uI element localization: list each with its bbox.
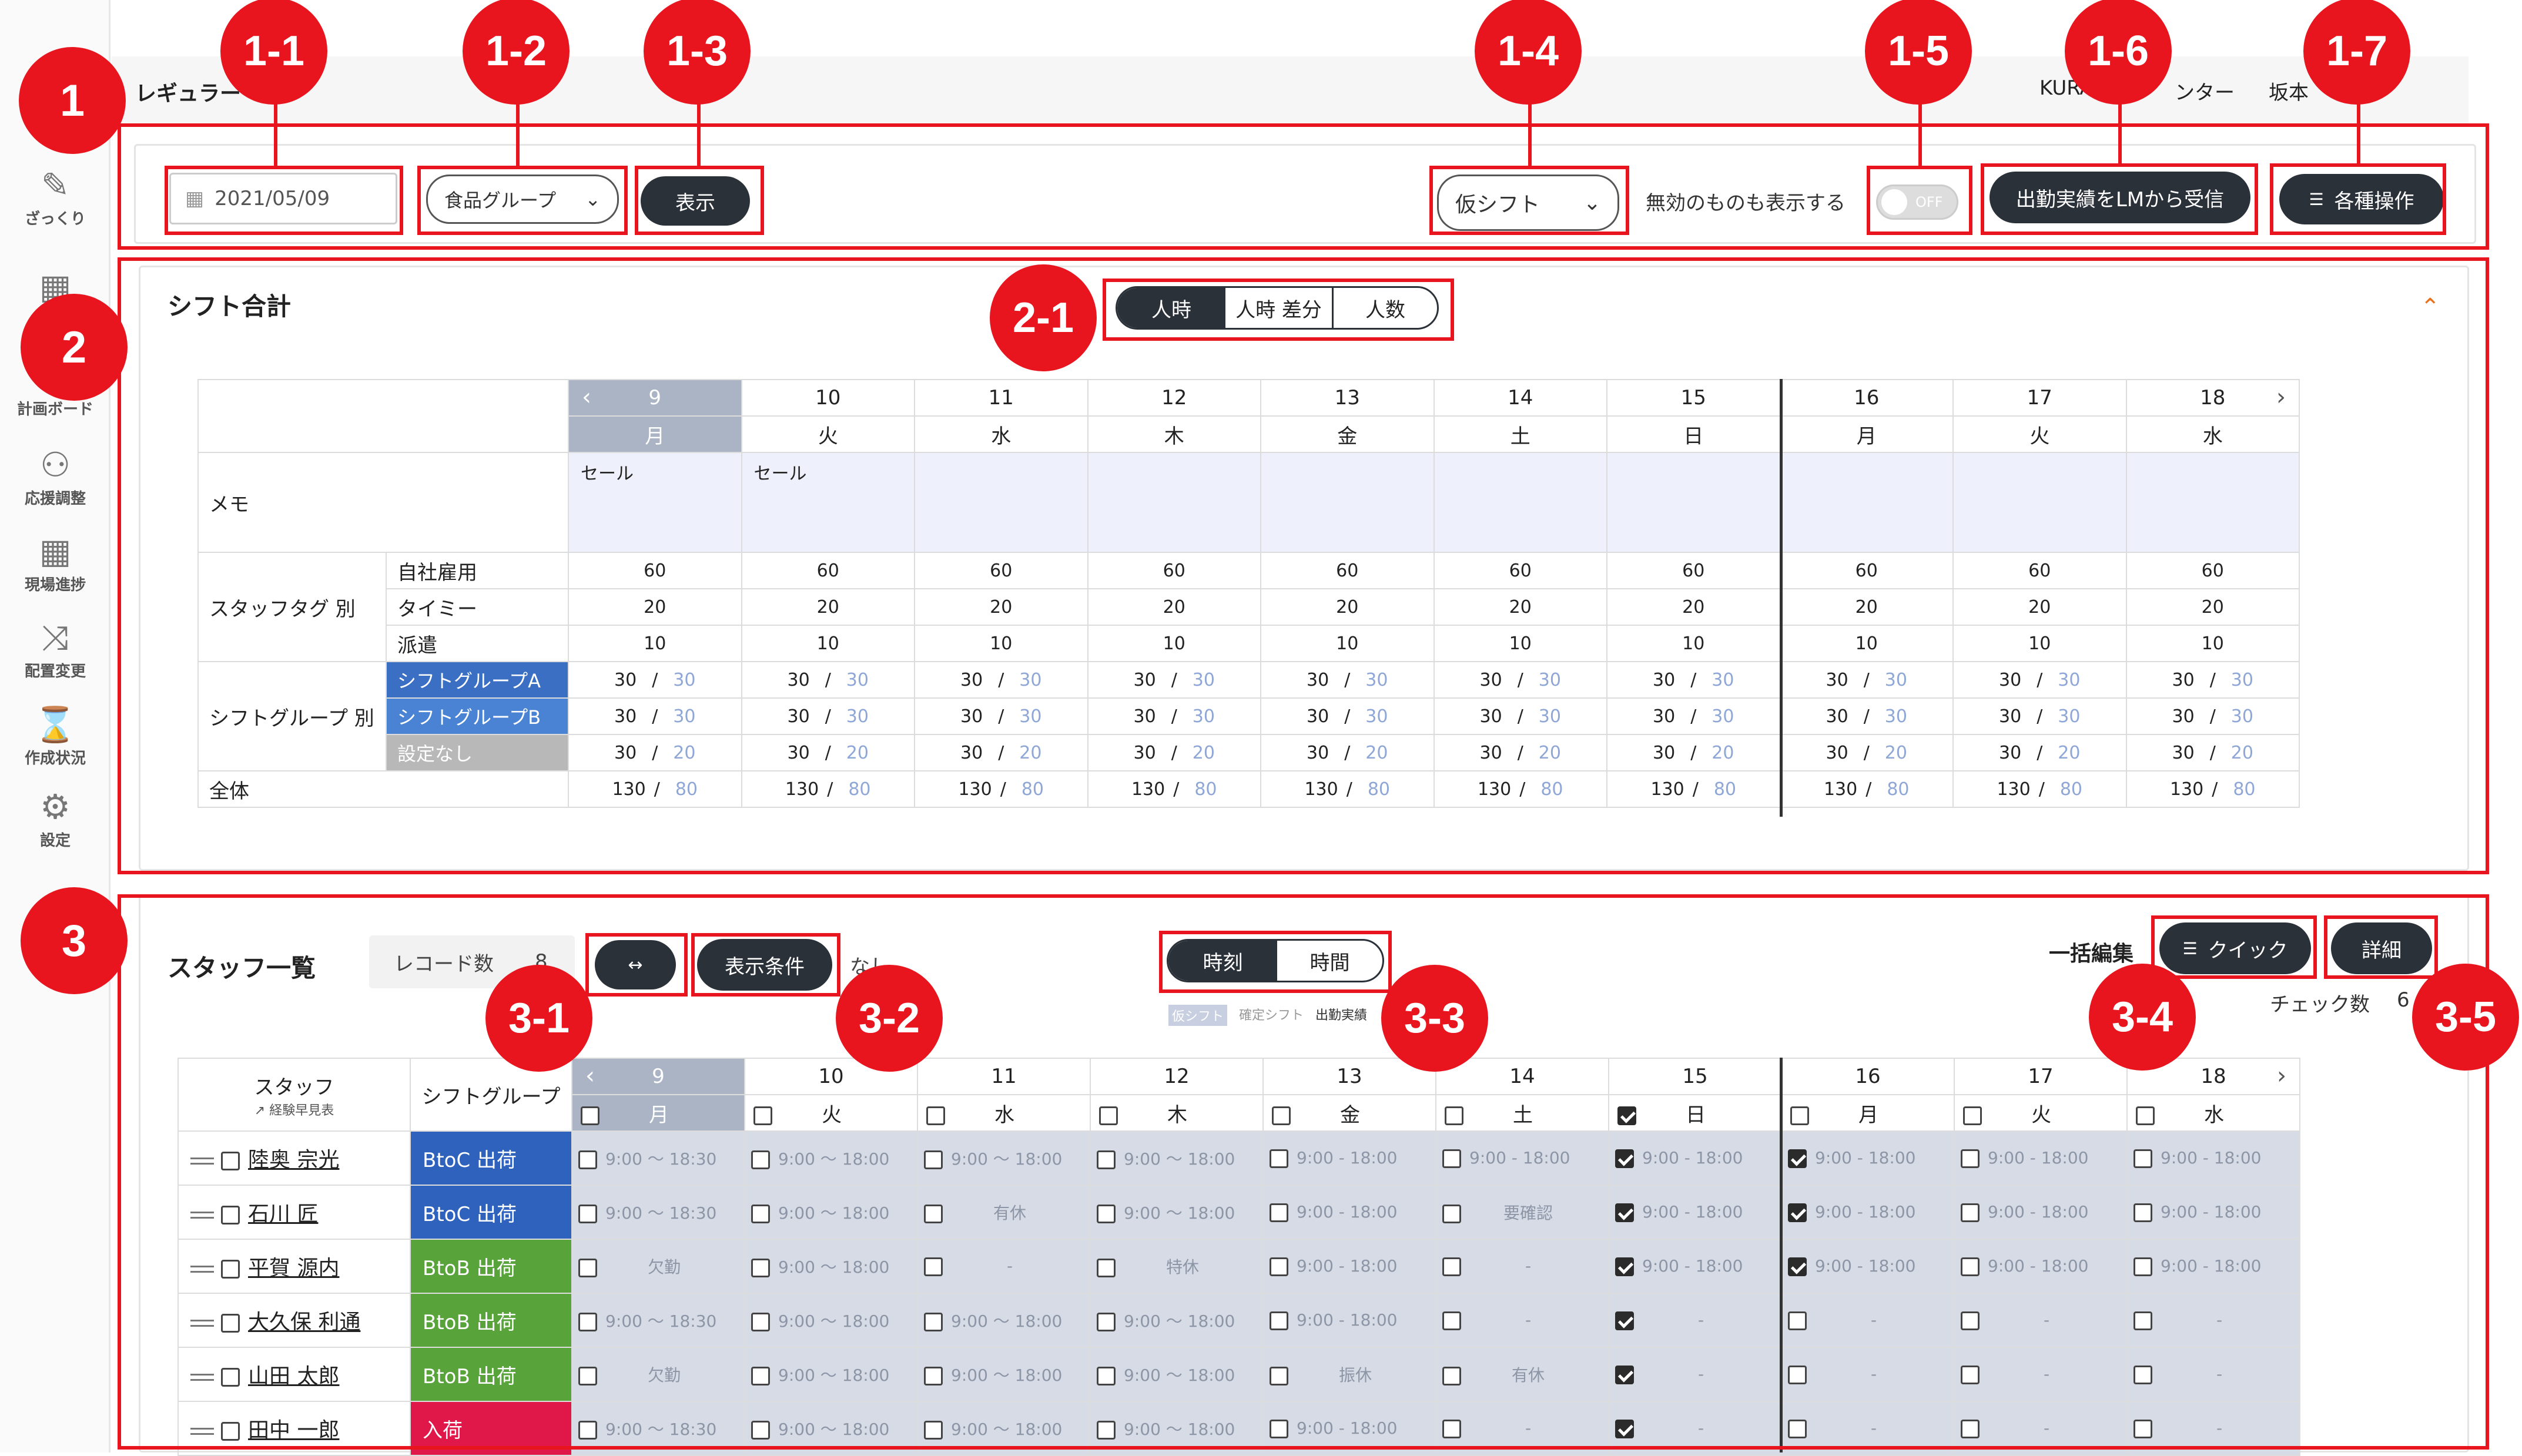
sidebar-item-label: ざっくり [24,210,86,228]
connector-1-4 [1528,100,1532,167]
sidebar-item-label: 計画ボード [16,401,93,418]
sidebar-item-label: 設定 [39,832,71,850]
connector-1-2 [516,100,520,167]
marker-3-3: 3-3 [1381,965,1488,1072]
marker-1-3: 1-3 [644,0,751,105]
annotation-box-1-6 [1981,163,2258,235]
people-icon: ⚇ [40,445,71,485]
marker-3-5: 3-5 [2412,964,2519,1071]
annotation-box-1-4 [1429,166,1629,235]
marker-1-4: 1-4 [1475,0,1582,105]
marker-2-1: 2-1 [990,264,1097,371]
connector-1-6 [2118,100,2122,165]
shuffle-icon: ⤨ [41,618,69,657]
grid-icon: ▦ [39,531,72,571]
connector-1-7 [2357,100,2360,165]
marker-1-1: 1-1 [220,0,327,105]
annotation-box-1-5 [1867,166,1972,235]
sidebar-item-status[interactable]: ⌛ 作成状況 [0,705,110,768]
annotation-box-3-5 [2324,915,2438,979]
marker-3-1: 3-1 [485,965,592,1072]
annotation-box-1-1 [165,166,403,235]
sidebar-item-label: 応援調整 [24,490,86,508]
annotation-box-1-3 [635,166,764,235]
marker-1-6: 1-6 [2065,0,2172,105]
sidebar-item-label: 配置変更 [24,663,86,680]
connector-1-3 [697,100,701,167]
annotation-box-1-2 [417,166,628,235]
annotation-box-3-3 [1159,931,1392,993]
connector-1-1 [274,100,277,167]
marker-3-2: 3-2 [836,965,943,1072]
gear-icon: ⚙ [40,787,71,827]
page-title: レギュラー [135,82,242,106]
user-name: 坂本 [2269,81,2309,105]
marker-1-7: 1-7 [2303,0,2410,105]
sidebar-item-field[interactable]: ▦ 現場進捗 [0,532,110,595]
sidebar-item-settings[interactable]: ⚙ 設定 [0,787,110,850]
marker-1-2: 1-2 [463,0,570,105]
sidebar-item-label: 作成状況 [24,750,86,767]
sidebar-item-zakkuri[interactable]: ✎ ざっくり [0,166,110,229]
annotation-box-2 [118,257,2489,874]
marker-1-5: 1-5 [1865,0,1972,105]
sidebar-item-label: 現場進捗 [24,576,86,594]
center-name-suffix: ンター [2175,81,2235,105]
marker-1: 1 [19,47,126,154]
annotation-box-1-7 [2270,163,2446,235]
hourglass-icon: ⌛ [34,704,77,744]
connector-1-5 [1918,100,1922,167]
annotation-box-3-4 [2151,915,2317,979]
marker-3: 3 [21,887,128,994]
annotation-box-2-1 [1103,279,1454,341]
annotation-box-3-1 [585,933,688,997]
left-sidebar: ✎ ざっくり ▦ 計画ボード ⚇ 応援調整 ▦ 現場進捗 ⤨ 配置変更 ⌛ 作成… [0,0,110,1452]
calendar-edit-icon: ✎ [41,165,70,205]
annotation-box-3-2 [691,933,840,997]
sidebar-item-assign[interactable]: ⤨ 配置変更 [0,618,110,681]
marker-2: 2 [21,294,128,401]
sidebar-item-plan-label: 計画ボード [0,395,110,419]
marker-3-4: 3-4 [2089,964,2196,1071]
sidebar-item-support[interactable]: ⚇ 応援調整 [0,445,110,508]
